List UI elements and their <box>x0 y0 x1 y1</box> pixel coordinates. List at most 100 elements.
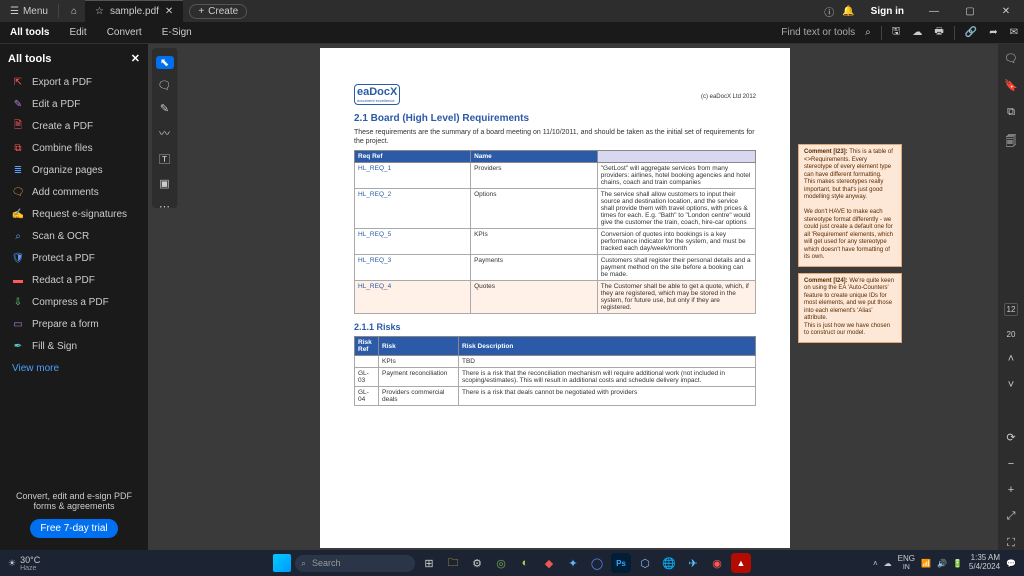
clock[interactable]: 1:35 AM 5/4/2024 <box>969 554 1000 572</box>
free-trial-button[interactable]: Free 7-day trial <box>30 519 117 538</box>
start-button[interactable] <box>273 554 291 572</box>
hamburger-icon: ☰ <box>10 6 19 17</box>
main-area: All tools ✕ ⇱Export a PDF✎Edit a PDF🗎Cre… <box>0 44 1024 550</box>
zoom-in-icon[interactable]: + <box>1008 484 1014 496</box>
fit-width-icon[interactable]: ⤢ <box>1007 510 1016 523</box>
taskbar-search[interactable]: ⌕ Search <box>295 555 415 572</box>
close-window-button[interactable]: ✕ <box>992 6 1020 17</box>
menu-button[interactable]: ☰ Menu <box>4 6 54 17</box>
app-icon-1[interactable]: ◎ <box>491 553 511 573</box>
close-sidebar-icon[interactable]: ✕ <box>131 52 140 65</box>
notifications-icon[interactable]: 💬 <box>1006 559 1016 568</box>
star-icon: ☆ <box>95 6 104 17</box>
text-tool[interactable]: 🅃 <box>156 151 174 167</box>
rotate-icon[interactable]: ⟳ <box>1006 431 1015 444</box>
signin-button[interactable]: Sign in <box>863 6 912 17</box>
create-button[interactable]: + Create <box>189 4 247 19</box>
task-view-icon[interactable]: ⊞ <box>419 553 439 573</box>
sidebar-item[interactable]: ⧉Combine files <box>8 137 140 159</box>
app-icon-3[interactable]: ◆ <box>539 553 559 573</box>
print-icon[interactable]: 🖶 <box>928 24 949 41</box>
select-tool[interactable]: ⬉ <box>156 56 174 69</box>
fullscreen-icon[interactable]: ⛶ <box>1007 537 1015 550</box>
sidebar-item-label: Redact a PDF <box>32 275 95 286</box>
page-up-icon[interactable]: ˄ <box>1008 353 1014 365</box>
sidebar-item[interactable]: ✍Request e-signatures <box>8 203 140 225</box>
sidebar-item-label: Compress a PDF <box>32 297 109 308</box>
maximize-button[interactable]: ▢ <box>956 6 984 17</box>
acrobat-icon[interactable]: ▲ <box>731 553 751 573</box>
sidebar-item-label: Prepare a form <box>32 319 99 330</box>
app-icon-4[interactable]: ✦ <box>563 553 583 573</box>
page-number-current[interactable]: 12 <box>1004 303 1019 316</box>
sidebar-item[interactable]: ⇩Compress a PDF <box>8 291 140 313</box>
help-icon[interactable]: ⓘ <box>824 4 834 19</box>
home-icon: ⌂ <box>71 6 77 17</box>
save-icon[interactable]: 🖫 <box>886 24 907 41</box>
minimize-button[interactable]: — <box>920 6 948 17</box>
sidebar-item[interactable]: ✒Fill & Sign <box>8 335 140 357</box>
sidebar-item[interactable]: 🛡Protect a PDF <box>8 247 140 269</box>
comment-tool[interactable]: 🗨 <box>156 79 174 92</box>
sidebar-item[interactable]: 🗎Create a PDF <box>8 115 140 137</box>
home-button[interactable]: ⌂ <box>63 6 85 17</box>
link-icon[interactable]: 🔗 <box>959 27 983 38</box>
volume-icon[interactable]: 🔊 <box>937 559 947 568</box>
chrome-icon[interactable]: 🌐 <box>659 553 679 573</box>
panel-bookmarks-icon[interactable]: 🔖 <box>1004 79 1018 92</box>
panel-thumbnails-icon[interactable]: ⧉ <box>1007 106 1015 119</box>
document-viewport[interactable]: ⬉ 🗨 ✎ 〰 🅃 ▣ ⋯ eaDocX document excellence… <box>148 44 998 550</box>
system-tray[interactable]: ˄ ☁ ENG IN 📶 🔊 🔋 1:35 AM 5/4/2024 💬 <box>873 554 1024 572</box>
close-tab-icon[interactable]: ✕ <box>165 6 173 17</box>
weather-widget[interactable]: ☀ 30°C Haze <box>0 555 48 572</box>
mail-icon[interactable]: ✉ <box>1004 27 1024 38</box>
battery-icon[interactable]: 🔋 <box>953 559 963 568</box>
pdf-page: eaDocX document excellence (c) eaDocX Lt… <box>320 48 790 548</box>
sidebar-item[interactable]: ⌕Scan & OCR <box>8 225 140 247</box>
lang-indicator[interactable]: ENG <box>898 555 915 564</box>
sidebar-item[interactable]: 🗨Add comments <box>8 181 140 203</box>
panel-comments-icon[interactable]: 🗨 <box>1004 52 1018 65</box>
app-icon-7[interactable]: ✈ <box>683 553 703 573</box>
panel-layers-icon[interactable]: 🗐 <box>1006 133 1017 152</box>
tool-icon: ✍ <box>12 208 24 220</box>
view-more-link[interactable]: View more <box>8 357 140 380</box>
risks-heading: 2.1.1 Risks <box>354 322 756 332</box>
app-icon-5[interactable]: ◯ <box>587 553 607 573</box>
tool-icon: ✒ <box>12 340 24 352</box>
tray-cloud-icon[interactable]: ☁ <box>884 559 892 568</box>
explorer-icon[interactable]: 🗀 <box>443 553 463 573</box>
app-icon-6[interactable]: ⬡ <box>635 553 655 573</box>
sidebar-item[interactable]: ✎Edit a PDF <box>8 93 140 115</box>
share-icon[interactable]: ➦ <box>983 27 1003 38</box>
tab-edit[interactable]: Edit <box>59 27 96 38</box>
highlight-tool[interactable]: ✎ <box>156 102 174 115</box>
search-icon[interactable]: ⌕ <box>859 27 877 38</box>
find-text-label[interactable]: Find text or tools <box>781 27 859 38</box>
sidebar-item-label: Add comments <box>32 187 99 198</box>
app-icon-8[interactable]: ◉ <box>707 553 727 573</box>
tab-all-tools[interactable]: All tools <box>0 27 59 38</box>
document-tab[interactable]: ☆ sample.pdf ✕ <box>85 0 183 22</box>
settings-icon[interactable]: ⚙ <box>467 553 487 573</box>
tab-convert[interactable]: Convert <box>97 27 152 38</box>
cloud-icon[interactable]: ☁ <box>906 27 928 38</box>
stamp-tool[interactable]: ▣ <box>156 177 174 190</box>
sidebar-item[interactable]: ≣Organize pages <box>8 159 140 181</box>
app-icon-2[interactable]: ◐ <box>515 553 535 573</box>
bell-icon[interactable]: 🔔 <box>842 6 854 17</box>
app-icon-ps[interactable]: Ps <box>611 553 631 573</box>
comment-bubble[interactable]: Comment [I24]: We're quite keen on using… <box>798 273 902 343</box>
wifi-icon[interactable]: 📶 <box>921 559 931 568</box>
tab-esign[interactable]: E-Sign <box>152 27 202 38</box>
sidebar-item[interactable]: ▭Prepare a form <box>8 313 140 335</box>
comment-bubble[interactable]: Comment [I23]: This is a table of <>Requ… <box>798 144 902 267</box>
page-down-icon[interactable]: ˅ <box>1008 379 1014 391</box>
sidebar-item[interactable]: ⇱Export a PDF <box>8 71 140 93</box>
sidebar-item[interactable]: ▬Redact a PDF <box>8 269 140 291</box>
table-row: HL_REQ_4QuotesThe Customer shall be able… <box>355 281 756 314</box>
zoom-out-icon[interactable]: − <box>1008 458 1014 470</box>
more-tools-icon[interactable]: ⋯ <box>156 200 174 213</box>
draw-tool[interactable]: 〰 <box>156 125 174 141</box>
tray-chevron-icon[interactable]: ˄ <box>873 559 878 568</box>
